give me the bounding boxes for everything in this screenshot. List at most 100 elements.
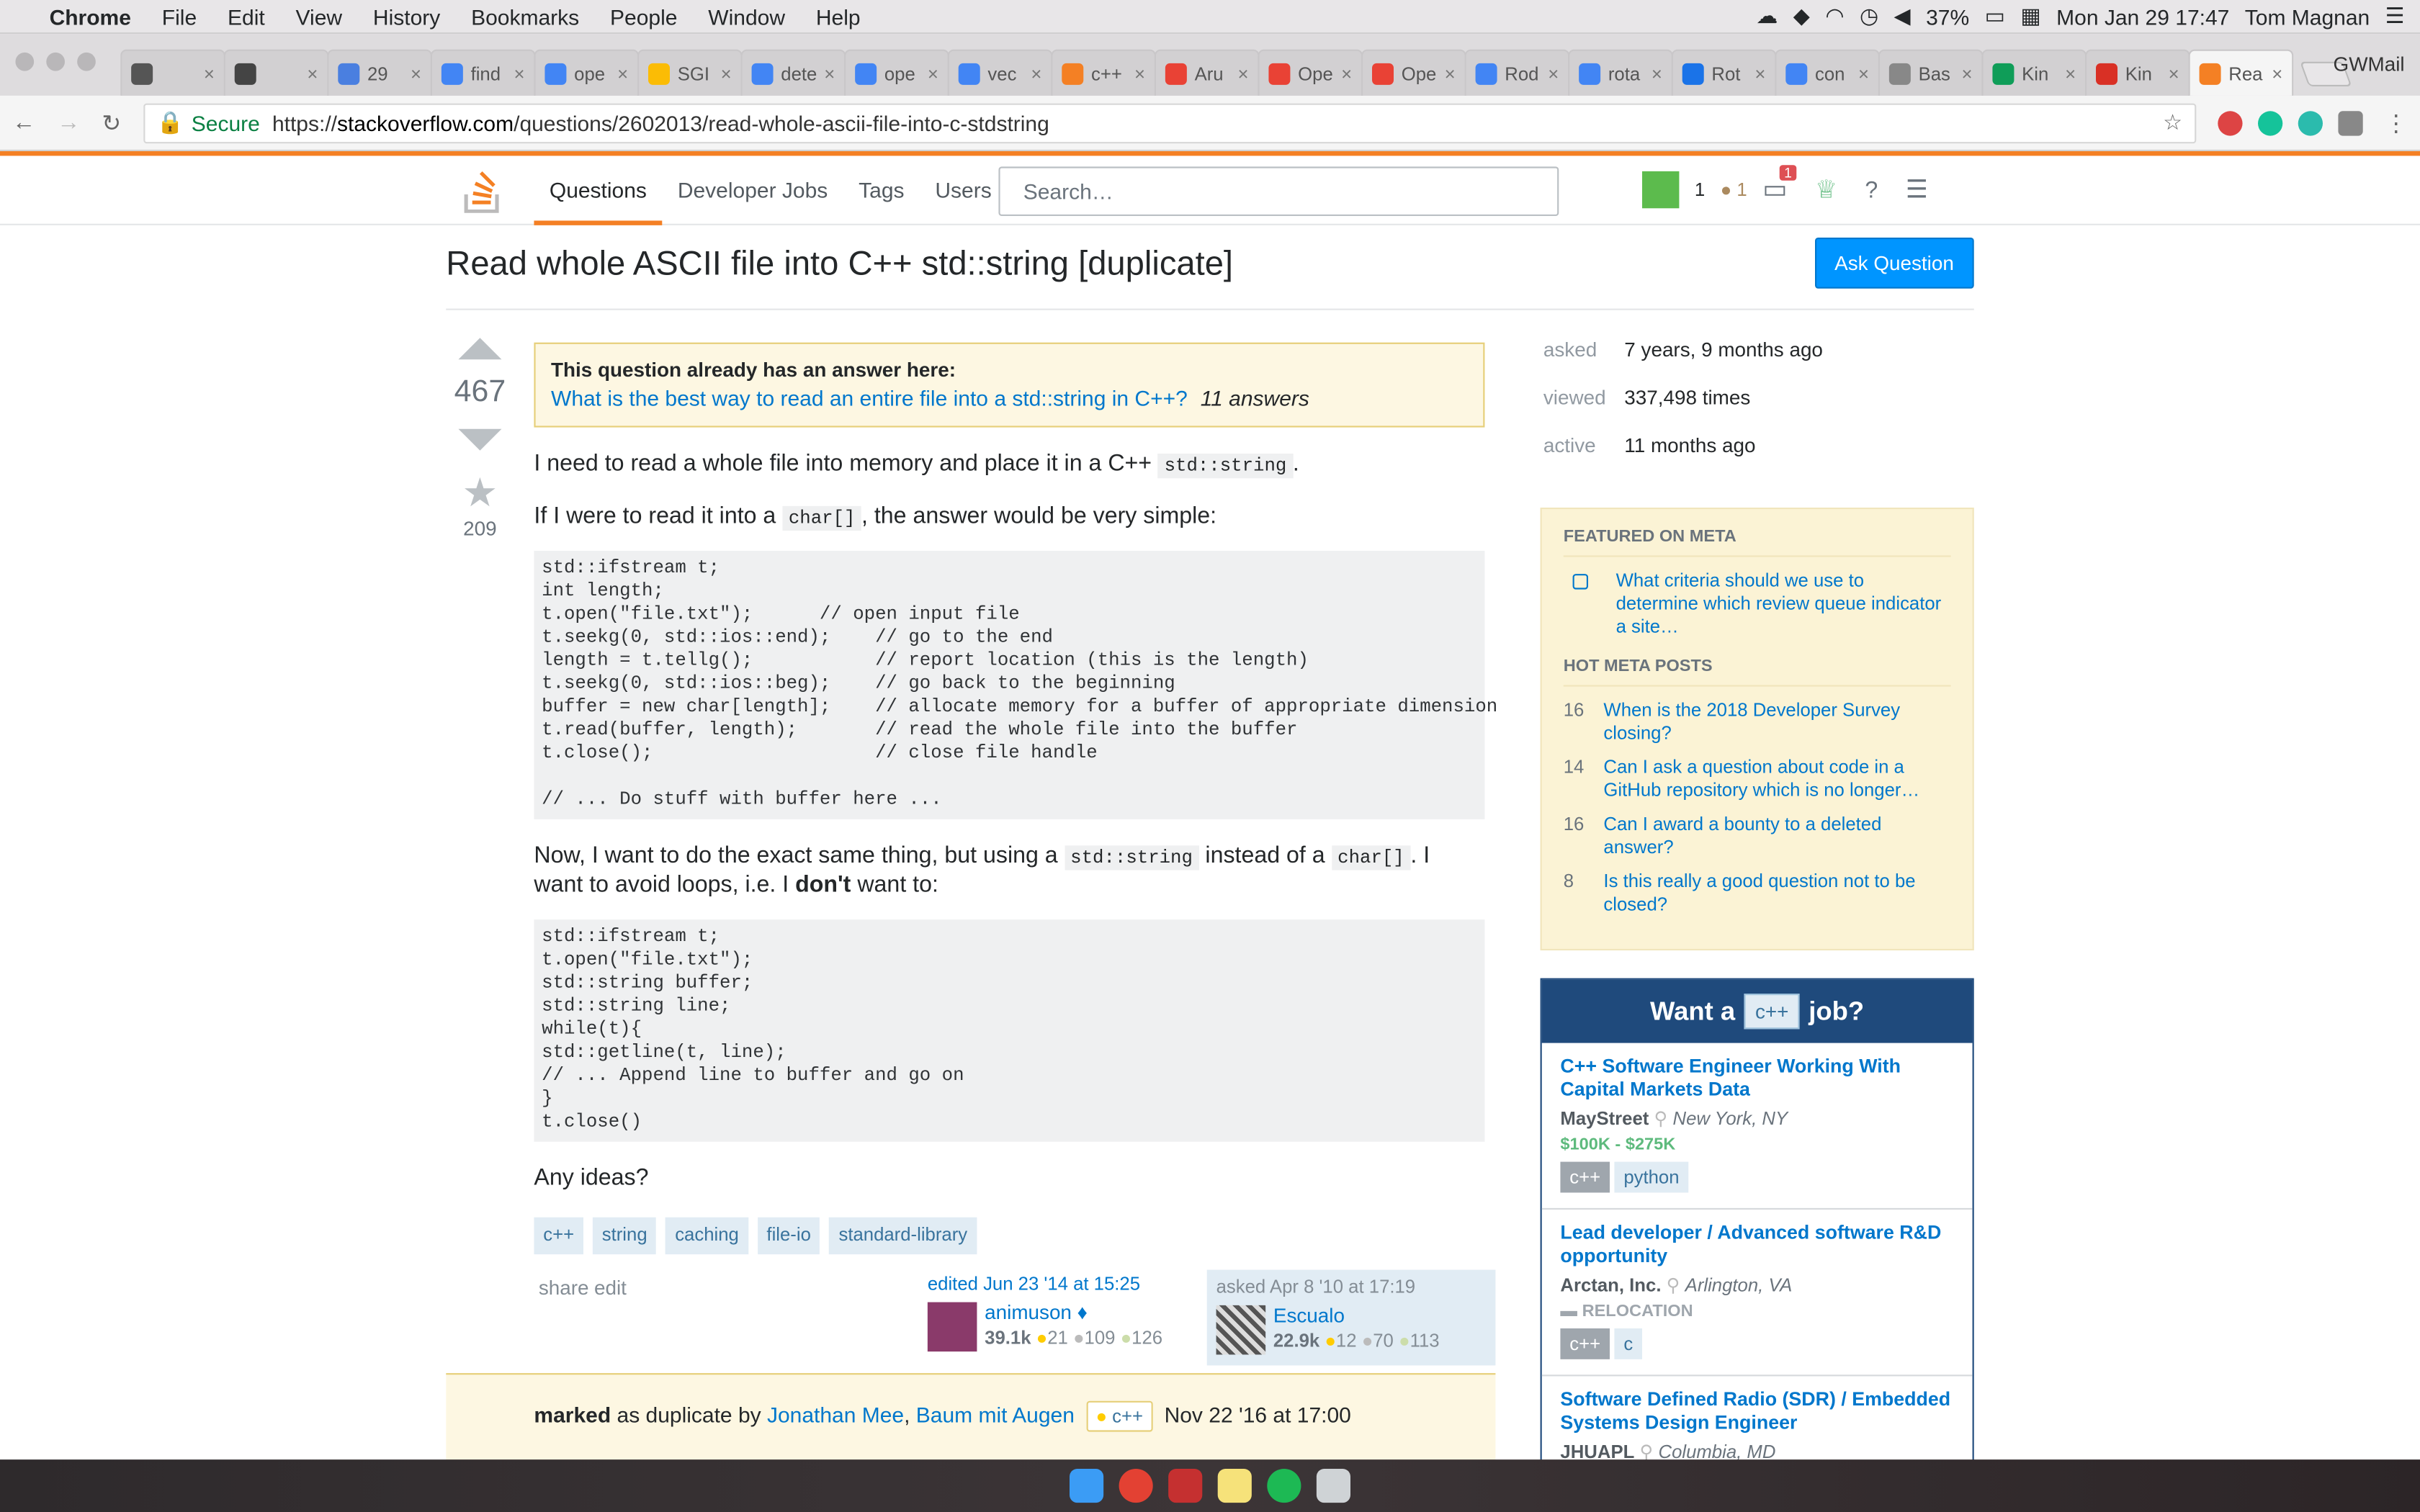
hot-meta-item[interactable]: 16 When is the 2018 Developer Survey clos… <box>1564 699 1951 745</box>
jobs-header[interactable]: Want a c++ job? <box>1541 979 1973 1043</box>
hot-meta-item[interactable]: 14 Can I ask a question about code in a G… <box>1564 756 1951 802</box>
close-tab-icon[interactable]: × <box>1652 63 1662 84</box>
browser-tab[interactable]: Rod × <box>1464 49 1570 96</box>
asker-name[interactable]: Escualo <box>1273 1304 1440 1330</box>
close-tab-icon[interactable]: × <box>617 63 628 84</box>
tag-standard-library[interactable]: standard-library <box>829 1218 977 1254</box>
zoom-window-button[interactable] <box>77 52 96 71</box>
browser-tab[interactable]: ope × <box>534 49 640 96</box>
profile-button[interactable]: GWMail <box>2334 53 2405 76</box>
job-tag[interactable]: python <box>1614 1161 1689 1193</box>
stackoverflow-logo-icon[interactable] <box>463 166 503 213</box>
browser-tab[interactable]: Bas × <box>1878 49 1984 96</box>
avatar[interactable] <box>1216 1304 1266 1354</box>
close-tab-icon[interactable]: × <box>411 63 421 84</box>
favorite-star-icon[interactable]: ★ <box>446 469 514 516</box>
browser-tab[interactable]: Kin × <box>2085 49 2190 96</box>
minimize-window-button[interactable] <box>46 52 65 71</box>
tag-file-io[interactable]: file-io <box>757 1218 820 1254</box>
site-switcher-icon[interactable]: ☰ <box>1906 174 1928 205</box>
browser-tab[interactable]: find × <box>430 49 536 96</box>
reload-icon[interactable]: ↻ <box>102 109 121 136</box>
job-title[interactable]: C++ Software Engineer Working With Capit… <box>1560 1056 1953 1102</box>
hot-meta-item[interactable]: 16 Can I award a bounty to a deleted answ… <box>1564 813 1951 859</box>
volume-icon[interactable]: ◀ <box>1894 3 1911 29</box>
browser-tab[interactable]: c++ × <box>1051 49 1156 96</box>
trash-icon[interactable] <box>1316 1468 1350 1503</box>
upvote-icon[interactable] <box>458 338 502 360</box>
close-tab-icon[interactable]: × <box>1341 63 1352 84</box>
app-icon[interactable] <box>1168 1468 1203 1503</box>
job-tag[interactable]: c++ <box>1560 1328 1610 1359</box>
close-tab-icon[interactable]: × <box>204 63 215 84</box>
chrome-icon[interactable] <box>1119 1468 1153 1503</box>
notes-icon[interactable] <box>1217 1468 1252 1503</box>
avatar[interactable] <box>927 1301 977 1351</box>
dropbox-icon[interactable]: ◆ <box>1793 3 1810 29</box>
creative-cloud-icon[interactable]: ☁ <box>1756 3 1778 29</box>
browser-tab[interactable]: dete × <box>740 49 846 96</box>
closer-user-2[interactable]: Baum mit Augen <box>916 1403 1075 1427</box>
menu-app[interactable]: Chrome <box>50 4 131 28</box>
wifi-icon[interactable]: ◠ <box>1825 3 1844 29</box>
forward-icon[interactable]: → <box>57 109 80 135</box>
close-window-button[interactable] <box>15 52 35 71</box>
nav-users[interactable]: Users <box>920 155 1007 224</box>
job-tag[interactable]: c <box>1614 1328 1643 1359</box>
menu-window[interactable]: Window <box>708 4 785 28</box>
inbox-icon[interactable]: ▭ 1 <box>1762 165 1797 205</box>
browser-tab[interactable]: Ope × <box>1258 49 1363 96</box>
battery-icon[interactable]: ▭ <box>1985 3 2005 29</box>
grammarly-extension-icon[interactable] <box>2258 110 2283 135</box>
browser-tab[interactable]: × <box>223 49 329 96</box>
edit-link[interactable]: edit <box>594 1276 627 1302</box>
close-tab-icon[interactable]: × <box>1858 63 1869 84</box>
browser-tab[interactable]: Aru × <box>1154 49 1260 96</box>
close-tab-icon[interactable]: × <box>2272 63 2282 84</box>
nav-developer-jobs[interactable]: Developer Jobs <box>662 155 843 224</box>
job-listing[interactable]: Lead developer / Advanced software R&D o… <box>1541 1210 1973 1377</box>
spotify-icon[interactable] <box>1267 1468 1301 1503</box>
browser-tab[interactable]: rota × <box>1568 49 1673 96</box>
menu-edit[interactable]: Edit <box>228 4 265 28</box>
adblock-extension-icon[interactable] <box>2218 110 2243 135</box>
browser-tab[interactable]: Ope × <box>1361 49 1466 96</box>
time-machine-icon[interactable]: ◷ <box>1860 3 1878 29</box>
tag-caching[interactable]: caching <box>666 1218 748 1254</box>
close-tab-icon[interactable]: × <box>1238 63 1249 84</box>
menu-view[interactable]: View <box>296 4 342 28</box>
question-title[interactable]: Read whole ASCII file into C++ std::stri… <box>446 244 1973 284</box>
close-tab-icon[interactable]: × <box>1754 63 1765 84</box>
close-tab-icon[interactable]: × <box>307 63 318 84</box>
chrome-menu-icon[interactable]: ⋮ <box>2385 109 2408 136</box>
search-input[interactable]: Search… <box>998 166 1559 216</box>
close-tab-icon[interactable]: × <box>1962 63 1973 84</box>
hot-meta-item[interactable]: 8 Is this really a good question not to b… <box>1564 870 1951 917</box>
menu-file[interactable]: File <box>162 4 197 28</box>
browser-tab[interactable]: SGI × <box>637 49 743 96</box>
menu-bookmarks[interactable]: Bookmarks <box>471 4 579 28</box>
browser-tab[interactable]: Rot × <box>1671 49 1777 96</box>
closer-user-1[interactable]: Jonathan Mee <box>767 1403 904 1427</box>
help-icon[interactable]: ? <box>1865 176 1878 202</box>
bookmark-star-icon[interactable]: ☆ <box>2163 109 2182 135</box>
browser-tab[interactable]: ope × <box>844 49 949 96</box>
close-tab-icon[interactable]: × <box>721 63 732 84</box>
job-title[interactable]: Software Defined Radio (SDR) / Embedded … <box>1560 1389 1953 1435</box>
close-tab-icon[interactable]: × <box>928 63 938 84</box>
featured-item[interactable]: What criteria should we use to determine… <box>1564 570 1951 639</box>
job-title[interactable]: Lead developer / Advanced software R&D o… <box>1560 1222 1953 1268</box>
downvote-icon[interactable] <box>458 428 502 451</box>
close-tab-icon[interactable]: × <box>1548 63 1559 84</box>
reputation[interactable]: 1 <box>1695 179 1705 201</box>
share-link[interactable]: share <box>539 1276 589 1302</box>
closer-tag-badge[interactable]: ● c++ <box>1086 1400 1152 1432</box>
menu-help[interactable]: Help <box>816 4 861 28</box>
close-tab-icon[interactable]: × <box>1445 63 1456 84</box>
clock[interactable]: Mon Jan 29 17:47 <box>2056 4 2229 28</box>
duplicate-link[interactable]: What is the best way to read an entire f… <box>551 385 1188 410</box>
editor-name[interactable]: animuson ♦ <box>985 1301 1162 1327</box>
close-tab-icon[interactable]: × <box>2169 63 2179 84</box>
battery-percent[interactable]: 37% <box>1926 4 1969 28</box>
finder-icon[interactable] <box>1070 1468 1104 1503</box>
